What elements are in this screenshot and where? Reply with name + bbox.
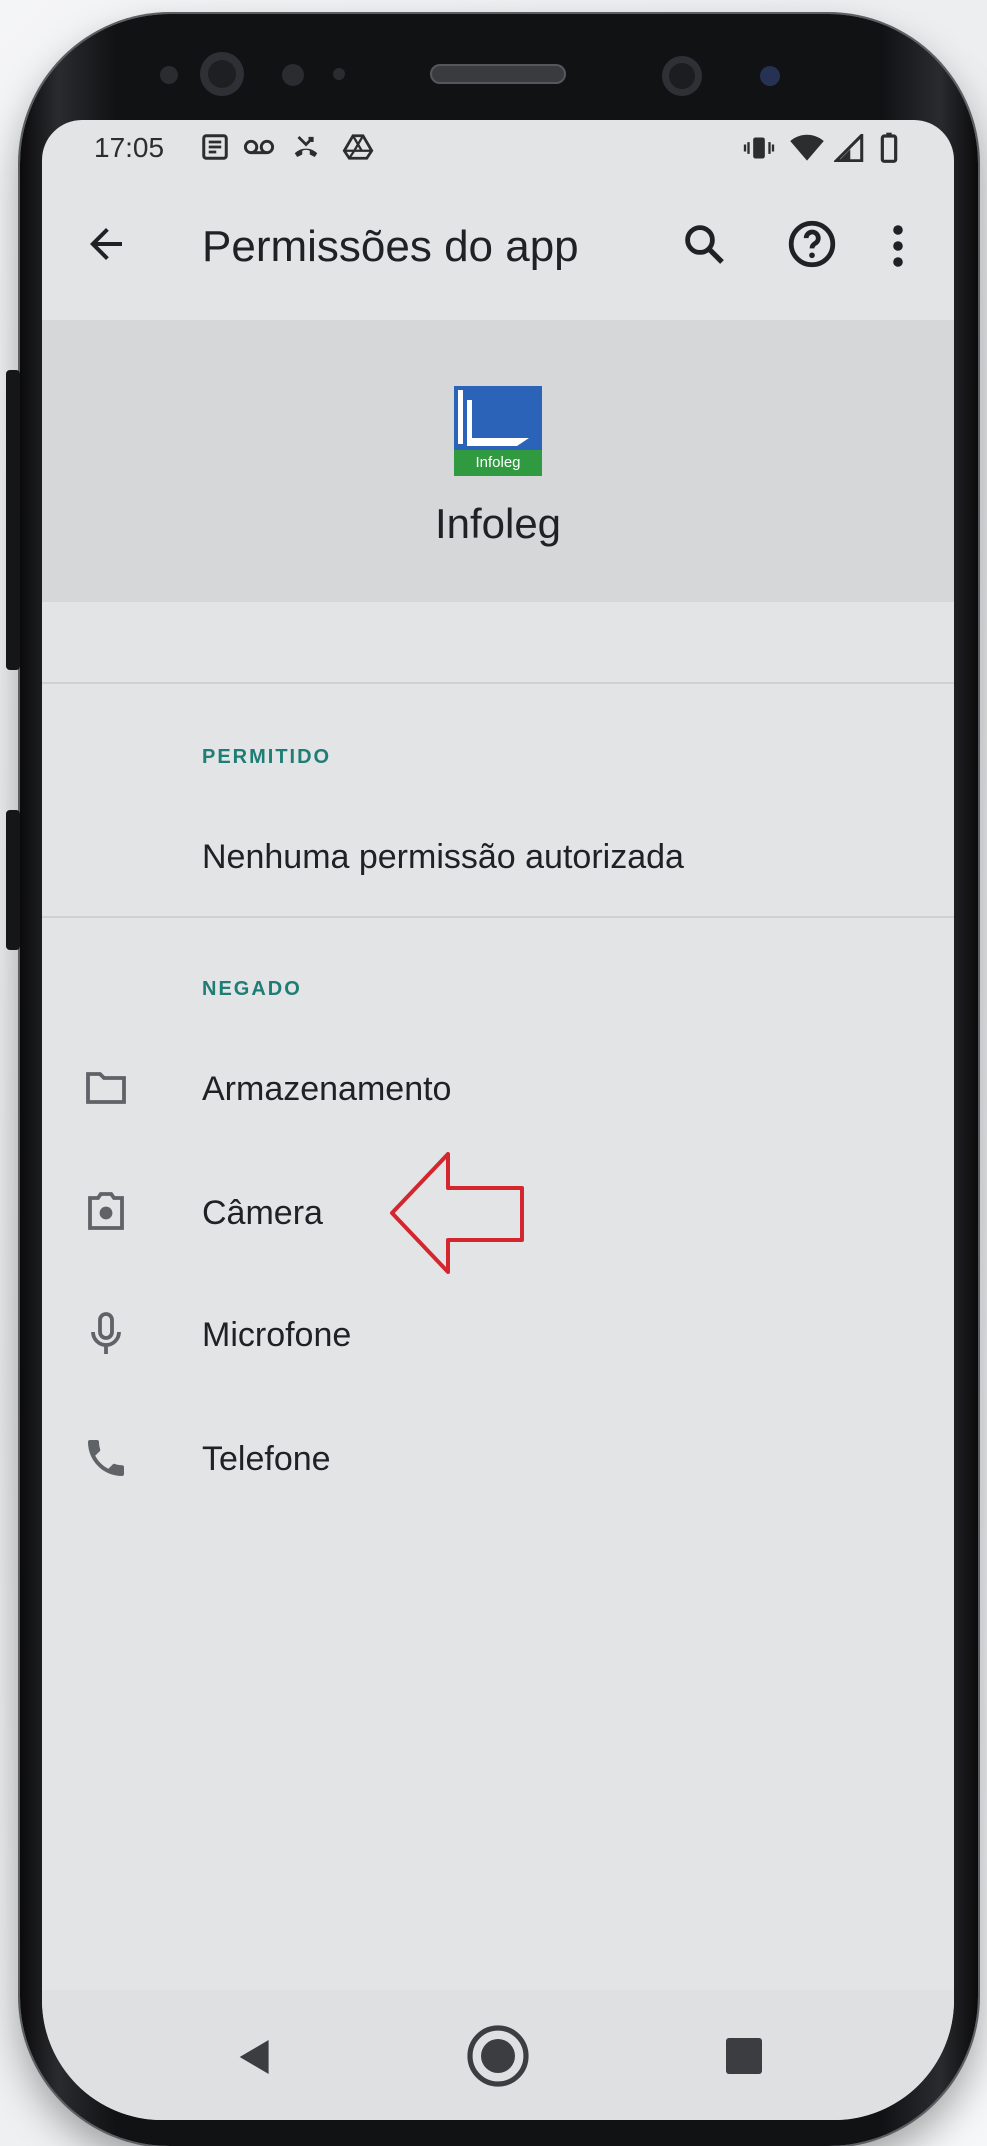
help-icon[interactable] — [786, 218, 838, 270]
microphone-icon — [82, 1310, 130, 1358]
battery-icon — [878, 132, 900, 164]
back-icon[interactable] — [82, 220, 130, 268]
app-name: Infoleg — [434, 500, 562, 547]
bixby-button — [6, 810, 20, 950]
camera-icon — [82, 1188, 130, 1236]
vibrate-icon — [742, 134, 776, 162]
permission-row-microphone[interactable]: Microfone — [42, 1286, 954, 1390]
sensor-dot — [160, 66, 178, 84]
sensor-dot — [333, 68, 345, 80]
section-header-denied: NEGADO — [202, 978, 302, 1000]
wifi-icon — [790, 134, 824, 162]
signal-icon — [834, 134, 864, 162]
status-bar: 17:05 — [42, 120, 954, 180]
missed-call-icon — [290, 132, 322, 162]
app-logo-text: Infoleg — [475, 454, 521, 471]
status-time: 17:05 — [94, 132, 165, 163]
proximity-sensor — [760, 66, 780, 86]
phone-screen: 17:05 Permissões do app Infoleg Infoleg … — [42, 120, 954, 2120]
drive-icon — [342, 132, 374, 162]
news-icon — [200, 132, 230, 162]
annotation-arrow — [386, 1148, 528, 1278]
earpiece-speaker — [430, 64, 566, 84]
folder-icon — [82, 1064, 130, 1112]
voicemail-icon — [242, 134, 276, 160]
recents-nav-icon[interactable] — [726, 2038, 762, 2074]
permission-label: Câmera — [202, 1194, 323, 1232]
permission-label: Armazenamento — [202, 1070, 452, 1108]
back-nav-icon[interactable] — [238, 2038, 272, 2076]
phone-icon — [82, 1434, 130, 1482]
page-title: Permissões do app — [202, 222, 579, 271]
more-vert-icon[interactable] — [890, 222, 906, 270]
permission-label: Microfone — [202, 1316, 352, 1354]
permission-row-phone[interactable]: Telefone — [42, 1410, 954, 1514]
divider — [42, 682, 954, 684]
divider — [42, 916, 954, 918]
home-nav-icon[interactable] — [466, 2024, 530, 2088]
sensor-dot — [282, 64, 304, 86]
iris-scanner — [662, 56, 702, 96]
front-camera — [200, 52, 244, 96]
permission-label: Telefone — [202, 1440, 331, 1478]
volume-button — [6, 370, 20, 670]
allowed-empty-text: Nenhuma permissão autorizada — [202, 838, 684, 876]
app-logo: Infoleg — [454, 386, 542, 476]
permission-row-storage[interactable]: Armazenamento — [42, 1040, 954, 1144]
search-icon[interactable] — [680, 220, 728, 268]
section-header-allowed: PERMITIDO — [202, 746, 332, 768]
